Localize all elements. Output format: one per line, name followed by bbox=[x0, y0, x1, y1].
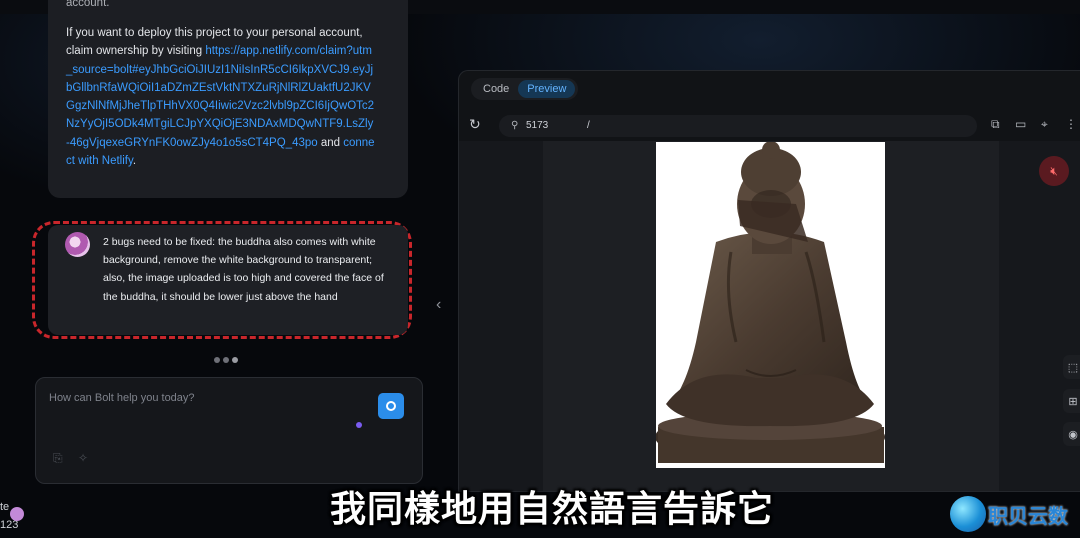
deploy-paragraph: If you want to deploy this project to yo… bbox=[66, 24, 376, 170]
period-text: . bbox=[132, 155, 137, 168]
collapse-chevron-icon[interactable]: ‹ bbox=[436, 296, 441, 314]
port-value[interactable]: 5173 bbox=[526, 115, 548, 137]
send-icon bbox=[386, 401, 396, 411]
user-message: 2 bugs need to be fixed: the buddha also… bbox=[48, 225, 408, 335]
corner-avatar bbox=[10, 507, 24, 521]
user-message-text: 2 bugs need to be fixed: the buddha also… bbox=[103, 236, 384, 303]
loading-indicator bbox=[214, 357, 238, 363]
loading-dot bbox=[232, 357, 238, 363]
port-icon[interactable]: ⚲ bbox=[511, 115, 518, 137]
more-icon[interactable]: ⋮ bbox=[1065, 117, 1077, 131]
tab-preview[interactable]: Preview bbox=[518, 80, 576, 98]
assistant-message: account. If you want to deploy this proj… bbox=[48, 0, 408, 198]
open-external-icon[interactable]: ⧉ bbox=[991, 117, 1000, 132]
and-text: and bbox=[317, 136, 344, 149]
address-path[interactable]: / bbox=[587, 115, 590, 137]
loading-dot bbox=[214, 357, 220, 363]
view-tabs: Code Preview bbox=[471, 78, 579, 100]
side-grid-icon[interactable]: ⊞ bbox=[1063, 389, 1080, 413]
assistant-message-body: account. If you want to deploy this proj… bbox=[66, 0, 376, 170]
video-subtitle: 我同樣地用自然語言告訴它 bbox=[329, 489, 774, 530]
buddha-illustration bbox=[655, 141, 885, 463]
enhance-prompt-icon[interactable]: ✧ bbox=[78, 451, 88, 465]
prompt-input-placeholder[interactable]: How can Bolt help you today? bbox=[49, 392, 195, 404]
user-avatar bbox=[65, 232, 90, 257]
preview-toolbar: ↻ ⚲ 5173 / ⧉ ▭ ⌖ ⋮ bbox=[469, 115, 1077, 137]
side-circle-icon[interactable]: ◉ bbox=[1063, 422, 1080, 446]
send-button[interactable] bbox=[378, 393, 404, 419]
device-preview-icon[interactable]: ▭ bbox=[1015, 117, 1026, 131]
loading-dot bbox=[223, 357, 229, 363]
watermark-text: 职贝云数 bbox=[988, 504, 1068, 528]
status-dot-icon bbox=[356, 422, 362, 428]
address-bar[interactable]: ⚲ 5173 / bbox=[499, 115, 977, 137]
watermark: 职贝云数 bbox=[950, 494, 1080, 534]
watermark-logo-icon bbox=[950, 496, 986, 532]
side-tool-icon[interactable]: ⬚ bbox=[1063, 355, 1080, 379]
claim-link[interactable]: https://app.netlify.com/claim?utm_source… bbox=[66, 45, 374, 148]
mute-icon[interactable]: 🔇︎ bbox=[1039, 156, 1069, 186]
attach-icon[interactable]: ⎘ bbox=[53, 451, 63, 466]
inspect-icon[interactable]: ⌖ bbox=[1041, 117, 1048, 132]
assistant-cut-line: account. bbox=[66, 0, 110, 9]
buddha-image bbox=[655, 141, 885, 468]
tab-code[interactable]: Code bbox=[474, 80, 518, 98]
reload-icon[interactable]: ↻ bbox=[469, 116, 481, 133]
prompt-input-box[interactable]: How can Bolt help you today? ⎘ ✧ bbox=[35, 377, 423, 484]
